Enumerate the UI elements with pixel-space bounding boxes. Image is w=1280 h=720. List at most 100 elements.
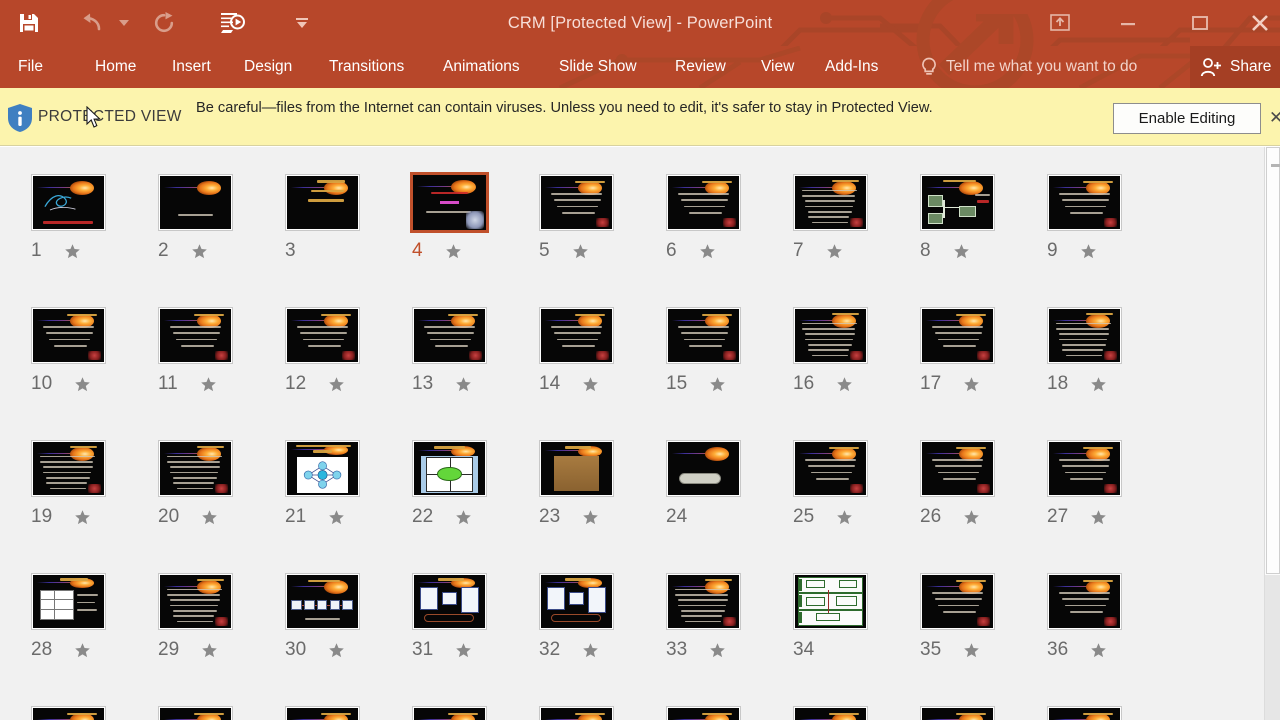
slide-thumbnail-cell[interactable]: 10 (21, 307, 148, 440)
slide-thumbnail-cell[interactable]: 6 (656, 174, 783, 307)
scrollbar-thumb[interactable] (1266, 147, 1280, 574)
star-icon[interactable] (1080, 243, 1097, 260)
slide-thumbnail-cell[interactable]: 3 (275, 174, 402, 307)
minimize-icon[interactable] (1104, 0, 1152, 46)
slide-thumbnail[interactable] (539, 573, 614, 630)
star-icon[interactable] (201, 509, 218, 526)
slide-thumbnail[interactable] (539, 174, 614, 231)
slide-thumbnail-cell[interactable]: 40 (402, 706, 529, 720)
star-icon[interactable] (455, 642, 472, 659)
slide-thumbnail-cell[interactable]: 23 (529, 440, 656, 573)
slide-thumbnail-cell[interactable]: 28 (21, 573, 148, 706)
slide-thumbnail[interactable] (1047, 307, 1122, 364)
slide-thumbnail-cell[interactable]: 9 (1037, 174, 1164, 307)
slide-thumbnail[interactable] (1047, 573, 1122, 630)
slide-thumbnail[interactable] (285, 307, 360, 364)
star-icon[interactable] (953, 243, 970, 260)
slide-thumbnail[interactable] (158, 174, 233, 231)
slide-thumbnail-cell[interactable]: 15 (656, 307, 783, 440)
slide-thumbnail-cell[interactable]: 38 (148, 706, 275, 720)
slide-thumbnail[interactable] (539, 706, 614, 720)
slide-thumbnail-cell[interactable]: 24 (656, 440, 783, 573)
slide-thumbnail-cell[interactable]: 33 (656, 573, 783, 706)
slide-thumbnail-cell[interactable]: 42 (656, 706, 783, 720)
enable-editing-button[interactable]: Enable Editing (1113, 103, 1261, 134)
star-icon[interactable] (64, 243, 81, 260)
slide-thumbnail[interactable] (31, 706, 106, 720)
slide-thumbnail[interactable] (158, 573, 233, 630)
restore-icon[interactable] (1176, 0, 1224, 46)
star-icon[interactable] (328, 642, 345, 659)
slide-thumbnail-cell[interactable]: 21 (275, 440, 402, 573)
slide-thumbnail[interactable] (666, 307, 741, 364)
slide-thumbnail-cell[interactable]: 39 (275, 706, 402, 720)
star-icon[interactable] (328, 509, 345, 526)
slide-thumbnail-cell[interactable]: 17 (910, 307, 1037, 440)
tab-insert[interactable]: Insert (172, 46, 211, 88)
slide-thumbnail-cell[interactable]: 41 (529, 706, 656, 720)
star-icon[interactable] (709, 642, 726, 659)
slide-thumbnail[interactable] (31, 174, 106, 231)
star-icon[interactable] (582, 509, 599, 526)
star-icon[interactable] (1090, 642, 1107, 659)
slide-thumbnail-cell[interactable]: 22 (402, 440, 529, 573)
star-icon[interactable] (201, 642, 218, 659)
slide-thumbnail[interactable] (666, 706, 741, 720)
star-icon[interactable] (455, 376, 472, 393)
slide-thumbnail[interactable] (1047, 706, 1122, 720)
slide-thumbnail-cell[interactable]: 34 (783, 573, 910, 706)
star-icon[interactable] (826, 243, 843, 260)
tab-view[interactable]: View (761, 46, 794, 88)
slide-thumbnail[interactable] (793, 573, 868, 630)
slide-thumbnail[interactable] (666, 174, 741, 231)
slide-thumbnail-cell[interactable]: 11 (148, 307, 275, 440)
star-icon[interactable] (836, 376, 853, 393)
slide-thumbnail[interactable] (285, 706, 360, 720)
star-icon[interactable] (963, 376, 980, 393)
slide-thumbnail[interactable] (285, 573, 360, 630)
star-icon[interactable] (582, 376, 599, 393)
slide-thumbnail-cell[interactable]: 14 (529, 307, 656, 440)
tab-slide-show[interactable]: Slide Show (559, 46, 637, 88)
slide-thumbnail[interactable] (410, 172, 489, 233)
slide-thumbnail-cell[interactable]: 19 (21, 440, 148, 573)
star-icon[interactable] (445, 243, 462, 260)
slide-thumbnail[interactable] (920, 706, 995, 720)
slide-thumbnail-cell[interactable]: 36 (1037, 573, 1164, 706)
slide-thumbnail[interactable] (412, 440, 487, 497)
slide-thumbnail[interactable] (920, 307, 995, 364)
close-icon[interactable]: ✕ (1269, 108, 1280, 128)
slide-thumbnail-cell[interactable]: 13 (402, 307, 529, 440)
star-icon[interactable] (74, 509, 91, 526)
slide-sorter-pane[interactable]: 1 2 3 4 5 6 7 8 9 10 11 12 13 14 15 16 17 18 19 20 21 22 23 24 2… (0, 147, 1264, 720)
tab-animations[interactable]: Animations (443, 46, 520, 88)
tab-home[interactable]: Home (95, 46, 136, 88)
slide-thumbnail[interactable] (920, 174, 995, 231)
slide-thumbnail[interactable] (1047, 174, 1122, 231)
vertical-scrollbar[interactable] (1264, 147, 1280, 720)
slide-thumbnail-cell[interactable]: 30 (275, 573, 402, 706)
star-icon[interactable] (200, 376, 217, 393)
slide-thumbnail[interactable] (31, 307, 106, 364)
slide-thumbnail[interactable] (666, 440, 741, 497)
star-icon[interactable] (1090, 509, 1107, 526)
slide-thumbnail[interactable] (31, 440, 106, 497)
slide-thumbnail-cell[interactable]: 35 (910, 573, 1037, 706)
tab-file[interactable]: File (18, 46, 43, 88)
star-icon[interactable] (963, 642, 980, 659)
slide-thumbnail-cell[interactable]: 20 (148, 440, 275, 573)
slide-thumbnail-cell[interactable]: 27 (1037, 440, 1164, 573)
tab-transitions[interactable]: Transitions (329, 46, 404, 88)
star-icon[interactable] (74, 376, 91, 393)
slide-thumbnail[interactable] (793, 174, 868, 231)
slide-thumbnail-cell[interactable]: 7 (783, 174, 910, 307)
slide-thumbnail[interactable] (285, 440, 360, 497)
star-icon[interactable] (328, 376, 345, 393)
close-icon[interactable] (1240, 0, 1280, 46)
slide-thumbnail[interactable] (539, 307, 614, 364)
slide-thumbnail[interactable] (412, 706, 487, 720)
slide-thumbnail-cell[interactable]: 32 (529, 573, 656, 706)
slide-thumbnail-cell[interactable]: 5 (529, 174, 656, 307)
slide-thumbnail[interactable] (920, 440, 995, 497)
ribbon-display-options-icon[interactable] (1036, 0, 1084, 46)
